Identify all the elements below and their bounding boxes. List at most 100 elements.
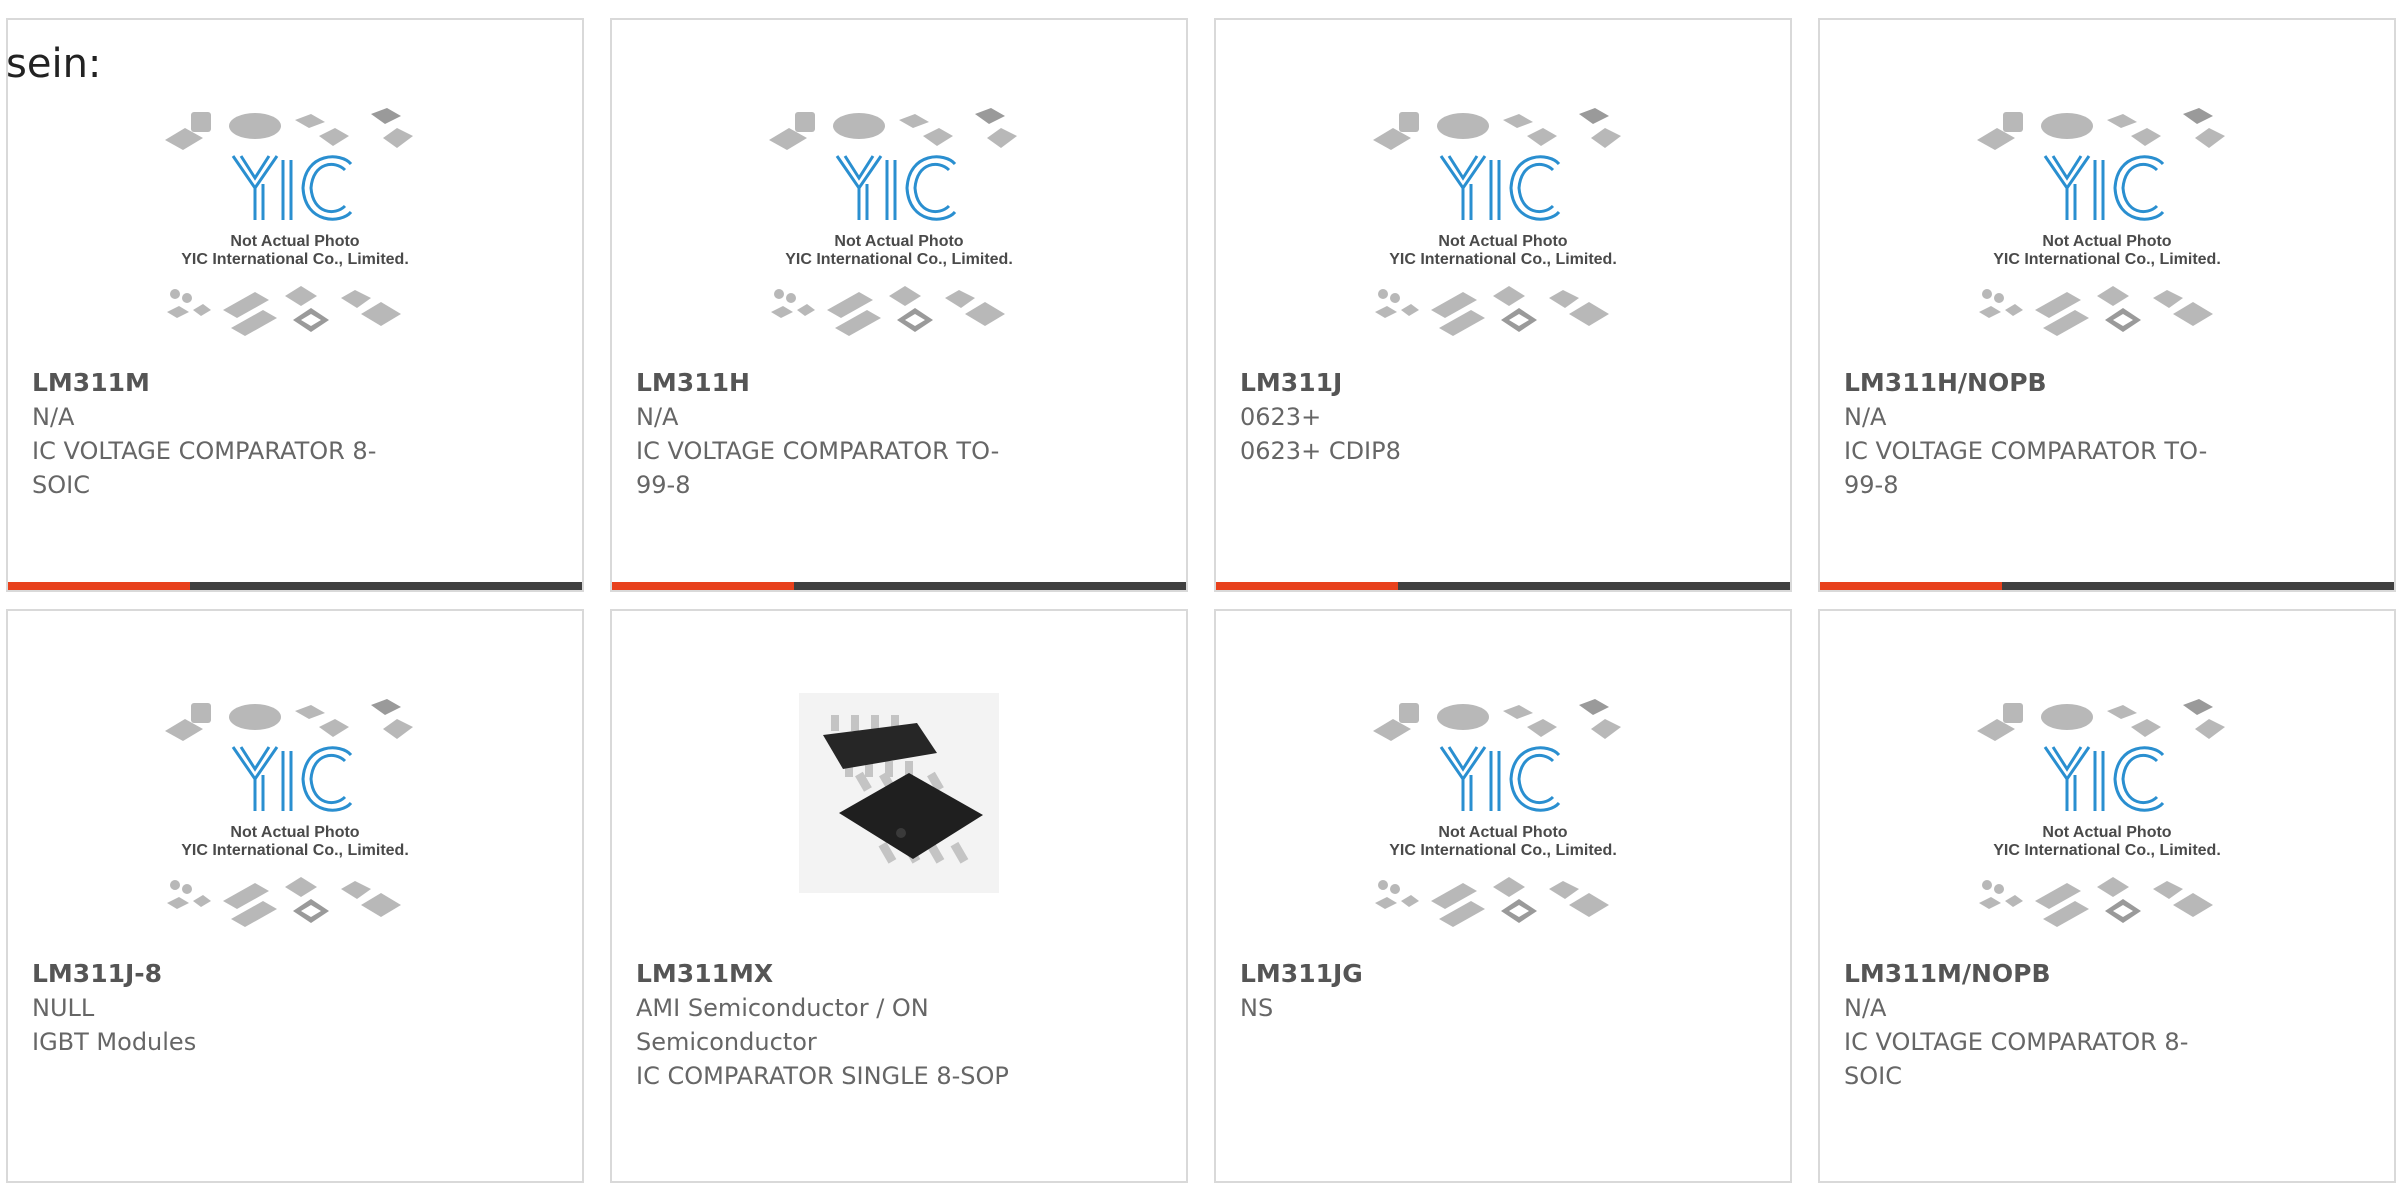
chip-icons-top — [165, 108, 413, 150]
placeholder-caption-line1: Not Actual Photo — [1438, 824, 1567, 841]
yic-logo-text: YIC — [2105, 792, 2109, 794]
product-brand: N/A — [636, 403, 679, 431]
part-number-link[interactable]: LM311M/NOPB — [1844, 957, 2244, 991]
product-card[interactable]: YIC Not Actual Photo YIC International Co.… — [6, 609, 584, 1183]
product-description: Semiconductor — [636, 1028, 817, 1056]
product-image[interactable] — [612, 693, 1186, 955]
chip-icons-bottom — [1979, 286, 2213, 336]
part-number-link[interactable]: LM311MX — [636, 957, 1036, 991]
product-info: LM311M N/A IC VOLTAGE COMPARATOR 8- SOIC — [32, 366, 432, 502]
product-image[interactable]: YIC Not Actual Photo YIC International Co.… — [1820, 693, 2394, 955]
card-hover-bar — [1820, 582, 2394, 590]
placeholder-caption-line2: YIC International Co., Limited. — [1389, 842, 1617, 859]
product-card[interactable]: YIC Not Actual Photo YIC International Co.… — [610, 18, 1188, 592]
chip-icons-top — [1977, 108, 2225, 150]
part-number-link[interactable]: LM311J — [1240, 366, 1640, 400]
product-card[interactable]: YIC Not Actual Photo YIC International Co.… — [6, 18, 584, 592]
product-card[interactable]: YIC Not Actual Photo YIC International Co.… — [1818, 18, 2396, 592]
yic-logo — [2043, 746, 2165, 812]
not-actual-photo-placeholder: YIC Not Actual PhotoYIC International Co.… — [1977, 699, 2225, 927]
part-number-link[interactable]: LM311JG — [1240, 957, 1640, 991]
product-brand: N/A — [1844, 403, 1887, 431]
card-hover-bar-accent — [8, 582, 190, 590]
placeholder-caption-line1: Not Actual Photo — [2042, 233, 2171, 250]
product-image[interactable]: YIC Not Actual Photo YIC International Co.… — [1216, 102, 1790, 364]
placeholder-caption-line1: Not Actual Photo — [1438, 233, 1567, 250]
product-description: IC VOLTAGE COMPARATOR TO- — [1844, 437, 2208, 465]
product-image[interactable]: YIC Not Actual Photo YIC International Co.… — [1216, 693, 1790, 955]
product-image[interactable]: YIC Not Actual Photo YIC International Co.… — [1820, 102, 2394, 364]
product-image[interactable]: YIC Not Actual Photo YIC International Co.… — [8, 693, 582, 955]
yic-logo-text: YIC — [1501, 792, 1505, 794]
yic-logo-text: YIC — [2105, 201, 2109, 203]
placeholder-caption-line1: Not Actual Photo — [834, 233, 963, 250]
chip-icons-top — [1373, 699, 1621, 741]
yic-logo — [1439, 155, 1561, 221]
product-info: LM311MX AMI Semiconductor / ON Semiconduct… — [636, 957, 1036, 1093]
yic-logo-text: YIC — [293, 201, 297, 203]
product-info: LM311J-8 NULL IGBT Modules — [32, 957, 432, 1059]
card-hover-bar-accent — [1216, 582, 1398, 590]
not-actual-photo-placeholder: YIC Not Actual PhotoYIC International Co.… — [165, 108, 413, 336]
yic-logo — [231, 746, 353, 812]
lead-text: sein: — [6, 41, 102, 87]
product-info: LM311H/NOPB N/A IC VOLTAGE COMPARATOR TO- 9… — [1844, 366, 2244, 502]
placeholder-caption-line2: YIC International Co., Limited. — [785, 251, 1013, 268]
product-brand: AMI Semiconductor / ON — [636, 994, 929, 1022]
product-brand: N/A — [1844, 994, 1887, 1022]
product-brand: 0623+ — [1240, 403, 1322, 431]
not-actual-photo-placeholder: YIC Not Actual PhotoYIC International Co.… — [1373, 699, 1621, 927]
product-info: LM311J 0623+ 0623+ CDIP8 — [1240, 366, 1640, 468]
product-description: IC VOLTAGE COMPARATOR 8- — [1844, 1028, 2189, 1056]
product-info: LM311H N/A IC VOLTAGE COMPARATOR TO- 99-8 — [636, 366, 1036, 502]
not-actual-photo-placeholder: YIC Not Actual PhotoYIC International Co.… — [1373, 108, 1621, 336]
product-description: IC COMPARATOR SINGLE 8-SOP — [636, 1062, 1009, 1090]
chip-icons-bottom — [1375, 286, 1609, 336]
chip-icons-top — [1373, 108, 1621, 150]
part-number-link[interactable]: LM311M — [32, 366, 432, 400]
product-description: 99-8 — [1844, 471, 1899, 499]
product-card[interactable]: YIC Not Actual Photo YIC International Co.… — [1818, 609, 2396, 1183]
placeholder-caption-line2: YIC International Co., Limited. — [1993, 251, 2221, 268]
card-hover-bar — [8, 582, 582, 590]
card-hover-bar — [1216, 582, 1790, 590]
yic-logo — [231, 155, 353, 221]
product-card[interactable]: YIC Not Actual Photo YIC International Co.… — [1214, 609, 1792, 1183]
product-brand: N/A — [32, 403, 75, 431]
product-brand: NULL — [32, 994, 95, 1022]
placeholder-caption-line1: Not Actual Photo — [230, 233, 359, 250]
product-info: LM311M/NOPB N/A IC VOLTAGE COMPARATOR 8- SO… — [1844, 957, 2244, 1093]
chip-icons-top — [769, 108, 1017, 150]
soic-8-chip-photo — [799, 693, 999, 893]
yic-logo-text: YIC — [293, 792, 297, 794]
product-description: 99-8 — [636, 471, 691, 499]
card-hover-bar — [612, 582, 1186, 590]
chip-icons-bottom — [771, 286, 1005, 336]
product-description: SOIC — [1844, 1062, 1902, 1090]
product-description: 0623+ CDIP8 — [1240, 437, 1401, 465]
product-description: IGBT Modules — [32, 1028, 197, 1056]
placeholder-caption-line2: YIC International Co., Limited. — [181, 842, 409, 859]
chip-icons-bottom — [1375, 877, 1609, 927]
product-image[interactable]: YIC Not Actual Photo YIC International Co.… — [612, 102, 1186, 364]
not-actual-photo-placeholder: YIC Not Actual PhotoYIC International Co.… — [769, 108, 1017, 336]
part-number-link[interactable]: LM311J-8 — [32, 957, 432, 991]
placeholder-caption-line2: YIC International Co., Limited. — [1389, 251, 1617, 268]
not-actual-photo-placeholder: YIC Not Actual PhotoYIC International Co.… — [165, 699, 413, 927]
placeholder-caption-line1: Not Actual Photo — [230, 824, 359, 841]
product-description: IC VOLTAGE COMPARATOR 8- — [32, 437, 377, 465]
product-brand: NS — [1240, 994, 1274, 1022]
card-hover-bar-accent — [612, 582, 794, 590]
product-info: LM311JG NS — [1240, 957, 1640, 1025]
product-card[interactable]: LM311MX AMI Semiconductor / ON Semiconduct… — [610, 609, 1188, 1183]
chip-icons-bottom — [1979, 877, 2213, 927]
not-actual-photo-placeholder: YIC Not Actual PhotoYIC International Co.… — [1977, 108, 2225, 336]
part-number-link[interactable]: LM311H/NOPB — [1844, 366, 2244, 400]
chip-icons-bottom — [167, 877, 401, 927]
part-number-link[interactable]: LM311H — [636, 366, 1036, 400]
chip-icons-bottom — [167, 286, 401, 336]
product-card[interactable]: YIC Not Actual Photo YIC International Co.… — [1214, 18, 1792, 592]
chip-icons-top — [165, 699, 413, 741]
product-image[interactable]: YIC Not Actual Photo YIC International Co.… — [8, 102, 582, 364]
product-description: SOIC — [32, 471, 90, 499]
